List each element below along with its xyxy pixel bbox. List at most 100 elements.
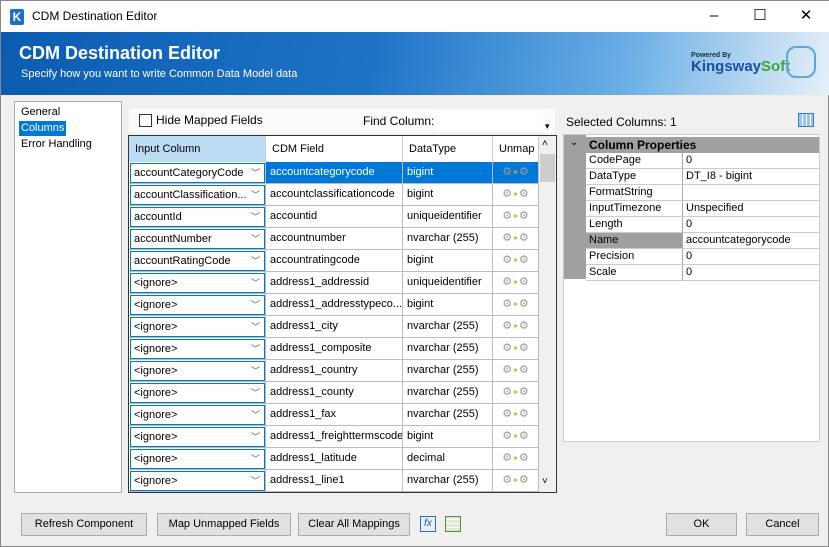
grid-view-icon[interactable] — [798, 113, 814, 127]
chevron-down-icon[interactable]: ﹀ — [251, 274, 260, 292]
table-row[interactable]: accountId ﹀ accountid uniqueidentifier ⚙✶… — [129, 206, 539, 228]
category-column-properties[interactable]: ⌄ Column Properties — [564, 137, 819, 153]
unmap-icon[interactable]: ⚙✶⚙ — [493, 448, 539, 470]
chevron-down-icon[interactable]: ﹀ — [251, 340, 260, 358]
hide-mapped-checkbox[interactable] — [139, 114, 152, 127]
close-button[interactable]: ✕ — [783, 5, 829, 27]
unmap-icon[interactable]: ⚙✶⚙ — [493, 338, 539, 360]
table-row[interactable]: <ignore> ﹀ address1_latitude decimal ⚙✶⚙ — [129, 448, 539, 470]
nav-item-columns[interactable]: Columns — [19, 121, 67, 136]
header-datatype[interactable]: DataType — [403, 136, 493, 162]
scroll-down-icon[interactable]: ˅ — [542, 476, 548, 487]
collapse-chevron-icon[interactable]: ⌄ — [570, 137, 578, 148]
property-row[interactable]: Length 0 — [564, 217, 819, 233]
chevron-down-icon[interactable]: ﹀ — [251, 450, 260, 468]
property-row[interactable]: Scale 0 — [564, 265, 819, 281]
table-row[interactable]: <ignore> ﹀ address1_addressid uniqueident… — [129, 272, 539, 294]
input-column-combo[interactable]: <ignore> ﹀ — [130, 427, 265, 447]
ok-button[interactable]: OK — [666, 513, 737, 536]
header-cdm-field[interactable]: CDM Field — [266, 136, 403, 162]
chevron-down-icon[interactable]: ﹀ — [251, 362, 260, 380]
refresh-component-button[interactable]: Refresh Component — [21, 513, 147, 536]
chevron-down-icon[interactable]: ﹀ — [251, 252, 260, 270]
property-row[interactable]: Precision 0 — [564, 249, 819, 265]
property-row[interactable]: FormatString — [564, 185, 819, 201]
table-row[interactable]: <ignore> ﹀ address1_addresstypeco... bigi… — [129, 294, 539, 316]
chevron-down-icon[interactable]: ﹀ — [251, 186, 260, 204]
input-column-combo[interactable]: <ignore> ﹀ — [130, 273, 265, 293]
toolbar-overflow-icon[interactable]: ▾ — [545, 121, 550, 132]
table-row[interactable]: accountRatingCode ﹀ accountratingcode big… — [129, 250, 539, 272]
unmap-icon[interactable]: ⚙✶⚙ — [493, 360, 539, 382]
chevron-down-icon[interactable]: ﹀ — [251, 296, 260, 314]
chevron-down-icon[interactable]: ﹀ — [251, 318, 260, 336]
property-row[interactable]: InputTimezone Unspecified — [564, 201, 819, 217]
expression-fx-button[interactable]: fx — [420, 516, 436, 532]
unmap-icon[interactable]: ⚙✶⚙ — [493, 294, 539, 316]
table-row[interactable]: <ignore> ﹀ address1_fax nvarchar (255) ⚙✶… — [129, 404, 539, 426]
input-column-combo[interactable]: <ignore> ﹀ — [130, 383, 265, 403]
table-row[interactable]: accountNumber ﹀ accountnumber nvarchar (2… — [129, 228, 539, 250]
property-value[interactable]: 0 — [683, 217, 819, 233]
unmap-icon[interactable]: ⚙✶⚙ — [493, 206, 539, 228]
input-column-combo[interactable]: accountNumber ﹀ — [130, 229, 265, 249]
minimize-button[interactable]: – — [691, 5, 737, 27]
variables-icon[interactable] — [445, 516, 461, 532]
unmap-icon[interactable]: ⚙✶⚙ — [493, 404, 539, 426]
unmap-icon[interactable]: ⚙✶⚙ — [493, 272, 539, 294]
scroll-up-icon[interactable]: ˄ — [542, 138, 548, 149]
table-row[interactable]: <ignore> ﹀ address1_freighttermscode bigi… — [129, 426, 539, 448]
unmap-icon[interactable]: ⚙✶⚙ — [493, 470, 539, 492]
input-column-combo[interactable]: accountId ﹀ — [130, 207, 265, 227]
input-column-combo[interactable]: <ignore> ﹀ — [130, 317, 265, 337]
input-column-combo[interactable]: <ignore> ﹀ — [130, 405, 265, 425]
table-row[interactable]: accountClassification... ﹀ accountclassif… — [129, 184, 539, 206]
unmap-icon[interactable]: ⚙✶⚙ — [493, 382, 539, 404]
property-value[interactable] — [683, 185, 819, 201]
chevron-down-icon[interactable]: ﹀ — [251, 384, 260, 402]
property-value[interactable]: 0 — [683, 153, 819, 169]
table-row[interactable]: <ignore> ﹀ address1_city nvarchar (255) ⚙… — [129, 316, 539, 338]
unmap-icon[interactable]: ⚙✶⚙ — [493, 228, 539, 250]
property-row[interactable]: DataType DT_I8 - bigint — [564, 169, 819, 185]
header-unmap[interactable]: Unmap — [493, 136, 539, 162]
map-unmapped-fields-button[interactable]: Map Unmapped Fields — [157, 513, 291, 536]
property-value[interactable]: DT_I8 - bigint — [683, 169, 819, 185]
scroll-thumb[interactable] — [540, 154, 555, 182]
property-value[interactable]: Unspecified — [683, 201, 819, 217]
input-column-combo[interactable]: accountClassification... ﹀ — [130, 185, 265, 205]
header-input-column[interactable]: Input Column — [129, 136, 266, 162]
chevron-down-icon[interactable]: ﹀ — [251, 164, 260, 182]
unmap-icon[interactable]: ⚙✶⚙ — [493, 250, 539, 272]
input-column-combo[interactable]: accountRatingCode ﹀ — [130, 251, 265, 271]
property-value[interactable]: 0 — [683, 265, 819, 281]
input-column-combo[interactable]: <ignore> ﹀ — [130, 295, 265, 315]
find-column-input[interactable] — [437, 111, 543, 131]
input-column-combo[interactable]: <ignore> ﹀ — [130, 339, 265, 359]
table-row[interactable]: <ignore> ﹀ address1_county nvarchar (255)… — [129, 382, 539, 404]
chevron-down-icon[interactable]: ﹀ — [251, 230, 260, 248]
unmap-icon[interactable]: ⚙✶⚙ — [493, 316, 539, 338]
unmap-icon[interactable]: ⚙✶⚙ — [493, 426, 539, 448]
unmap-icon[interactable]: ⚙✶⚙ — [493, 162, 539, 184]
cancel-button[interactable]: Cancel — [746, 513, 819, 536]
chevron-down-icon[interactable]: ﹀ — [251, 406, 260, 424]
property-row[interactable]: Name accountcategorycode — [564, 233, 819, 249]
table-row[interactable]: accountCategoryCode ﹀ accountcategorycode… — [129, 162, 539, 184]
property-row[interactable]: CodePage 0 — [564, 153, 819, 169]
clear-all-mappings-button[interactable]: Clear All Mappings — [298, 513, 410, 536]
nav-item-general[interactable]: General — [19, 105, 62, 120]
table-row[interactable]: <ignore> ﹀ address1_country nvarchar (255… — [129, 360, 539, 382]
maximize-button[interactable]: ☐ — [737, 5, 783, 27]
nav-item-error-handling[interactable]: Error Handling — [19, 137, 94, 152]
input-column-combo[interactable]: <ignore> ﹀ — [130, 361, 265, 381]
input-column-combo[interactable]: <ignore> ﹀ — [130, 449, 265, 469]
grid-scrollbar[interactable]: ˄ ˅ — [539, 136, 556, 492]
chevron-down-icon[interactable]: ﹀ — [251, 428, 260, 446]
table-row[interactable]: <ignore> ﹀ address1_line1 nvarchar (255) … — [129, 470, 539, 492]
property-value[interactable]: accountcategorycode — [683, 233, 819, 249]
input-column-combo[interactable]: accountCategoryCode ﹀ — [130, 163, 265, 183]
table-row[interactable]: <ignore> ﹀ address1_composite nvarchar (2… — [129, 338, 539, 360]
input-column-combo[interactable]: <ignore> ﹀ — [130, 471, 265, 491]
chevron-down-icon[interactable]: ﹀ — [251, 208, 260, 226]
